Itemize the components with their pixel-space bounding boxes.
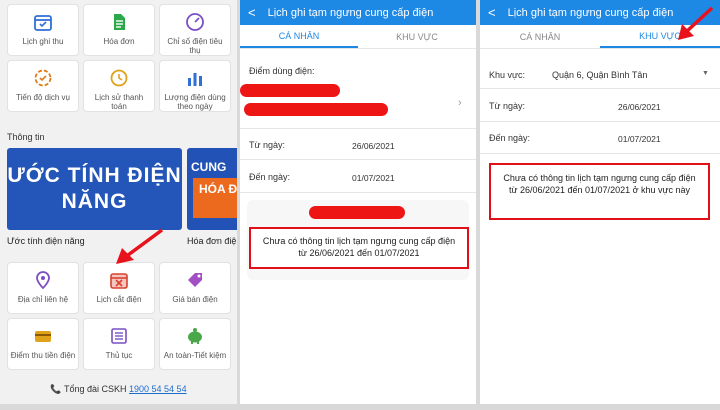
back-arrow-icon[interactable]: < bbox=[488, 5, 496, 20]
redacted-customer-name bbox=[309, 206, 405, 219]
tile-label: Lượng điện dùng theo ngày bbox=[164, 93, 226, 111]
empty-result-message: Chưa có thông tin lịch tạm ngưng cung cấ… bbox=[249, 227, 469, 269]
tile-label: Chỉ số điện tiêu thụ bbox=[167, 37, 223, 55]
price-tag-icon bbox=[184, 269, 206, 291]
tile-outage-schedule[interactable]: Lịch cắt điện bbox=[83, 262, 155, 314]
tile-payment-history[interactable]: Lịch sử thanh toán bbox=[83, 60, 155, 112]
empty-result-message: Chưa có thông tin lịch tạm ngưng cung cấ… bbox=[489, 163, 710, 220]
section-title-info: Thông tin bbox=[7, 132, 45, 142]
header-title: Lịch ghi tạm ngưng cung cấp điện bbox=[507, 6, 674, 19]
service-grid-top: Lịch ghi thu Hóa đơn Chỉ số điện tiêu th… bbox=[0, 0, 237, 112]
tile-procedures[interactable]: Thủ tục bbox=[83, 318, 155, 370]
hotline-number-link[interactable]: 1900 54 54 54 bbox=[129, 384, 187, 394]
back-arrow-icon[interactable]: < bbox=[248, 5, 256, 20]
bar-chart-icon bbox=[184, 67, 206, 89]
banner-energy-estimate[interactable]: ƯỚC TÍNH ĐIỆN NĂNG bbox=[7, 148, 182, 230]
card-icon bbox=[32, 325, 54, 347]
banner-invoice-top-text: CUNG bbox=[191, 160, 227, 174]
piggy-bank-icon bbox=[184, 325, 206, 347]
calendar-x-icon bbox=[108, 269, 130, 291]
tile-label: Giá bán điện bbox=[172, 295, 218, 304]
tile-service-progress[interactable]: Tiến độ dịch vụ bbox=[7, 60, 79, 112]
calendar-icon bbox=[32, 11, 54, 33]
hotline-label: Tổng đài CSKH bbox=[63, 384, 127, 394]
progress-icon bbox=[32, 67, 54, 89]
divider bbox=[240, 192, 476, 193]
banner-invoice-bottom-text: HÓA ĐIỆ bbox=[193, 178, 237, 218]
tile-label: An toàn-Tiết kiệm bbox=[163, 351, 227, 360]
tab-personal[interactable]: CÁ NHÂN bbox=[240, 25, 358, 48]
to-date-value[interactable]: 01/07/2021 bbox=[618, 134, 661, 144]
home-menu-panel: Lịch ghi thu Hóa đơn Chỉ số điện tiêu th… bbox=[0, 0, 237, 404]
invoice-icon bbox=[108, 11, 130, 33]
tab-personal[interactable]: CÁ NHÂN bbox=[480, 25, 600, 48]
header-title: Lịch ghi tạm ngưng cung cấp điện bbox=[267, 6, 434, 19]
document-list-icon bbox=[108, 325, 130, 347]
tile-label: Điểm thu tiền điện bbox=[10, 351, 76, 360]
from-date-value[interactable]: 26/06/2021 bbox=[352, 141, 395, 151]
banner-invoice[interactable]: CUNG HÓA ĐIỆ bbox=[187, 148, 237, 230]
tile-electricity-price[interactable]: Giá bán điện bbox=[159, 262, 231, 314]
tab-bar: CÁ NHÂN KHU VỰC bbox=[240, 25, 476, 49]
tile-label: Lịch cắt điện bbox=[96, 295, 142, 304]
area-label: Khu vực: bbox=[489, 70, 526, 80]
outage-schedule-personal-panel: < Lịch ghi tạm ngưng cung cấp điện CÁ NH… bbox=[240, 0, 476, 404]
annotation-arrow bbox=[678, 6, 714, 40]
usage-point-label: Điểm dùng điện: bbox=[249, 66, 315, 76]
caption-energy-estimate: Ước tính điện năng bbox=[7, 236, 85, 246]
from-date-label: Từ ngày: bbox=[249, 140, 286, 150]
app-header: < Lịch ghi tạm ngưng cung cấp điện bbox=[240, 0, 476, 25]
divider bbox=[240, 128, 476, 129]
tile-meter-index[interactable]: Chỉ số điện tiêu thụ bbox=[159, 4, 231, 56]
annotation-arrow bbox=[116, 228, 164, 264]
phone-icon: 📞 bbox=[50, 384, 62, 394]
tile-label: Tiến độ dịch vụ bbox=[16, 93, 70, 102]
to-date-label: Đến ngày: bbox=[249, 172, 291, 182]
tile-invoice[interactable]: Hóa đơn bbox=[83, 4, 155, 56]
tile-label: Địa chỉ liên hệ bbox=[17, 295, 69, 304]
tile-label: Lịch ghi thu bbox=[22, 37, 64, 46]
divider bbox=[240, 159, 476, 160]
gauge-icon bbox=[184, 11, 206, 33]
divider bbox=[480, 121, 720, 122]
history-icon bbox=[108, 67, 130, 89]
location-pin-icon bbox=[32, 269, 54, 291]
redacted-usage-code bbox=[240, 84, 340, 97]
tab-area[interactable]: KHU VỰC bbox=[358, 25, 476, 48]
to-date-label: Đến ngày: bbox=[489, 133, 531, 143]
from-date-value[interactable]: 26/06/2021 bbox=[618, 102, 661, 112]
to-date-value[interactable]: 01/07/2021 bbox=[352, 173, 395, 183]
hotline-bar: 📞 Tổng đài CSKH 1900 54 54 54 bbox=[0, 384, 237, 395]
tile-label: Hóa đơn bbox=[103, 37, 135, 46]
tile-label: Thủ tục bbox=[105, 351, 133, 360]
chevron-right-icon[interactable]: › bbox=[458, 97, 462, 109]
from-date-label: Từ ngày: bbox=[489, 101, 526, 111]
tile-label: Lịch sử thanh toán bbox=[94, 93, 144, 111]
outage-schedule-area-panel: < Lịch ghi tạm ngưng cung cấp điện CÁ NH… bbox=[480, 0, 720, 404]
tile-contact-address[interactable]: Địa chỉ liên hệ bbox=[7, 262, 79, 314]
tile-safety-saving[interactable]: An toàn-Tiết kiệm bbox=[159, 318, 231, 370]
divider bbox=[480, 88, 720, 89]
service-grid-bottom: Địa chỉ liên hệ Lịch cắt điện Giá bán đi… bbox=[0, 262, 231, 370]
tile-daily-usage[interactable]: Lượng điện dùng theo ngày bbox=[159, 60, 231, 112]
tile-payment-points[interactable]: Điểm thu tiền điện bbox=[7, 318, 79, 370]
divider bbox=[480, 153, 720, 154]
area-select[interactable]: Quận 6, Quận Bình Tân bbox=[552, 70, 647, 80]
redacted-address bbox=[244, 103, 388, 116]
tile-billing-schedule[interactable]: Lịch ghi thu bbox=[7, 4, 79, 56]
caption-invoice: Hóa đơn điệ bbox=[187, 236, 237, 246]
dropdown-arrow-icon[interactable]: ▼ bbox=[702, 70, 709, 77]
